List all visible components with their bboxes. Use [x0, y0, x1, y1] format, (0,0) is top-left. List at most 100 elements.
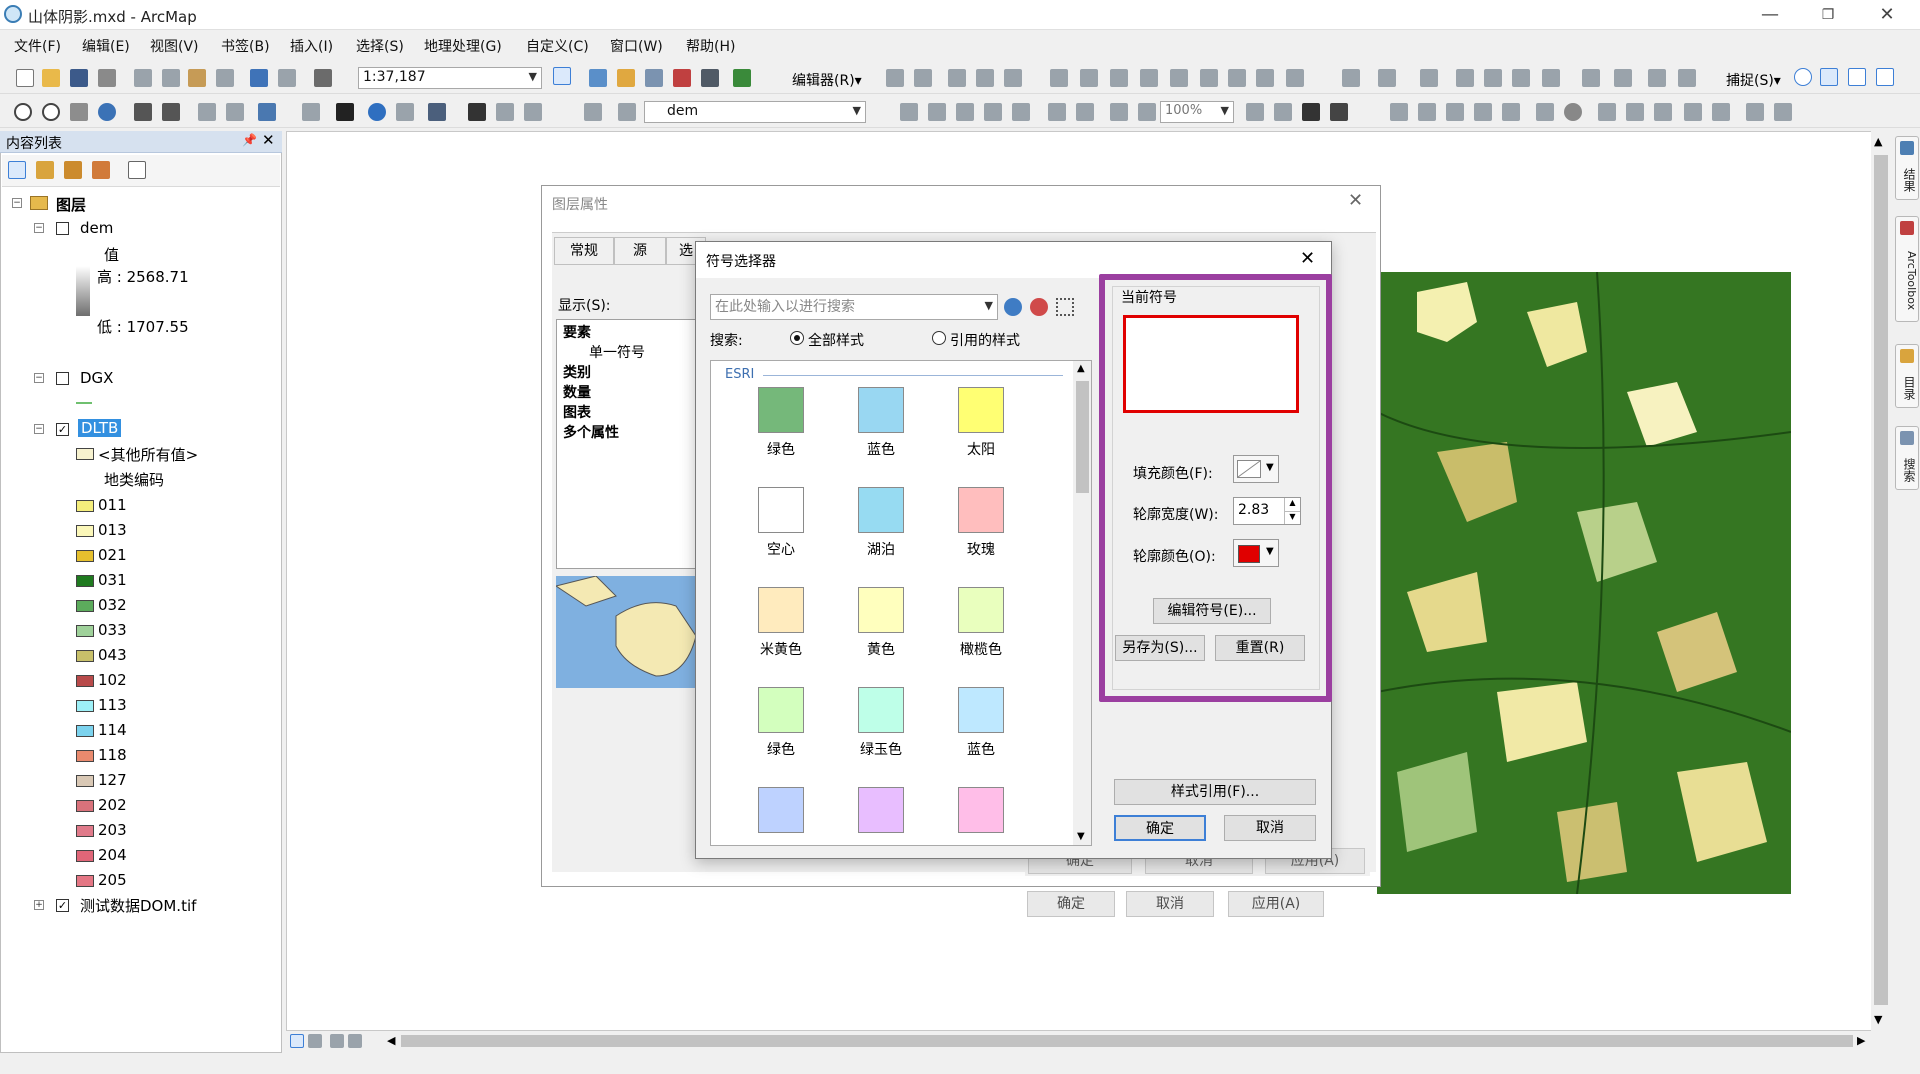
- validate-icon[interactable]: [1542, 69, 1560, 87]
- dltb-class-swatch[interactable]: [76, 550, 94, 562]
- layer-dom-name[interactable]: 测试数据DOM.tif: [80, 895, 196, 916]
- results-tab[interactable]: 结果: [1895, 136, 1919, 200]
- reset-button[interactable]: 重置(R): [1215, 635, 1305, 661]
- spatial-adjust-icon[interactable]: [1512, 69, 1530, 87]
- table-of-contents-icon[interactable]: [589, 69, 607, 87]
- layer-dltb-name[interactable]: DLTB: [78, 419, 122, 437]
- bring-to-front-icon[interactable]: [1012, 103, 1030, 121]
- show-charts[interactable]: 图表: [563, 402, 591, 422]
- page-zoom-icon[interactable]: [1138, 103, 1156, 121]
- outline-width-input[interactable]: 2.83 ▲ ▼: [1233, 497, 1301, 525]
- symbol-swatch-item[interactable]: 蓝色: [831, 385, 931, 481]
- save-icon[interactable]: [70, 69, 88, 87]
- delete-icon[interactable]: [216, 69, 234, 87]
- dltb-class-swatch[interactable]: [76, 825, 94, 837]
- symbol-swatch-item[interactable]: [831, 785, 931, 845]
- close-toc-icon[interactable]: ✕: [262, 131, 275, 149]
- network-icon[interactable]: [1626, 103, 1644, 121]
- dltb-visibility-checkbox[interactable]: ✓: [56, 423, 69, 436]
- clear-search-icon[interactable]: [1030, 298, 1048, 316]
- all-styles-radio[interactable]: [790, 331, 804, 345]
- layer-props-ok-button[interactable]: 确定: [1027, 891, 1115, 917]
- search-window-icon[interactable]: [645, 69, 663, 87]
- list-by-selection-icon[interactable]: [92, 161, 110, 179]
- parcel-icon[interactable]: [1598, 103, 1616, 121]
- dltb-class-swatch[interactable]: [76, 675, 94, 687]
- options-icon[interactable]: [128, 161, 146, 179]
- gallery-scroll-up-icon[interactable]: ▲: [1077, 363, 1085, 374]
- error-inspector-icon[interactable]: [1614, 69, 1632, 87]
- add-data-icon[interactable]: [314, 69, 332, 87]
- search-tab[interactable]: 搜索: [1895, 426, 1919, 490]
- layer-dem-name[interactable]: dem: [80, 219, 113, 237]
- restore-button[interactable]: ❐: [1805, 2, 1851, 28]
- end-point-arc-icon[interactable]: [976, 69, 994, 87]
- measure-icon[interactable]: [428, 103, 446, 121]
- map-scale-dropdown[interactable]: 1:37,187 ▼: [358, 67, 542, 89]
- minimize-button[interactable]: —: [1747, 2, 1793, 28]
- pause-drawing-icon[interactable]: [348, 1034, 362, 1048]
- fixed-zoom-out-icon[interactable]: [162, 103, 180, 121]
- vertical-scrollbar[interactable]: ▲ ▼: [1871, 131, 1891, 1031]
- table-icon[interactable]: [1712, 103, 1730, 121]
- identify-icon[interactable]: [368, 103, 386, 121]
- dltb-class-swatch[interactable]: [76, 800, 94, 812]
- sketch-properties-icon[interactable]: [1256, 69, 1274, 87]
- fill-color-picker[interactable]: ▼: [1233, 455, 1279, 483]
- refresh-icon[interactable]: [330, 1034, 344, 1048]
- georeferencing-icon[interactable]: [1378, 69, 1396, 87]
- select-features-icon[interactable]: [258, 103, 276, 121]
- rotate-icon[interactable]: [1200, 69, 1218, 87]
- pin-icon[interactable]: 📌: [242, 133, 257, 147]
- gallery-scroll-thumb[interactable]: [1076, 381, 1089, 493]
- edit-annotation-icon[interactable]: [914, 69, 932, 87]
- clear-selection-icon[interactable]: [302, 103, 320, 121]
- point-icon[interactable]: [1050, 69, 1068, 87]
- cogo-icon[interactable]: [1648, 69, 1666, 87]
- vertex-snap-icon[interactable]: [1848, 68, 1866, 86]
- attributes-icon[interactable]: [1228, 69, 1246, 87]
- gallery-scrollbar[interactable]: ▲ ▼: [1073, 361, 1091, 845]
- layer-props-cancel-button[interactable]: 取消: [1126, 891, 1214, 917]
- arctoolbox-icon[interactable]: [673, 69, 691, 87]
- move-icon[interactable]: [1502, 103, 1520, 121]
- python-window-icon[interactable]: [701, 69, 719, 87]
- html-popup-icon[interactable]: [396, 103, 414, 121]
- toggle-draft-mode-icon[interactable]: [1246, 103, 1264, 121]
- raster-icon[interactable]: [1684, 103, 1702, 121]
- ungroup-icon[interactable]: [984, 103, 1002, 121]
- traverse-icon[interactable]: [1678, 69, 1696, 87]
- focus-data-frame-icon[interactable]: [1274, 103, 1292, 121]
- catalog-icon[interactable]: [617, 69, 635, 87]
- reshape-icon[interactable]: [1110, 69, 1128, 87]
- layout-view-icon[interactable]: [308, 1034, 322, 1048]
- fit-icon[interactable]: [1418, 103, 1436, 121]
- time-slider-icon[interactable]: [584, 103, 602, 121]
- symbol-swatch-item[interactable]: 绿玉色: [831, 685, 931, 781]
- pan-icon[interactable]: [70, 103, 88, 121]
- full-extent-icon[interactable]: [98, 103, 116, 121]
- dltb-class-swatch[interactable]: [76, 600, 94, 612]
- zoom-whole-page-icon[interactable]: [1110, 103, 1128, 121]
- show-quantities[interactable]: 数量: [563, 382, 591, 402]
- scroll-down-icon[interactable]: ▼: [1874, 1013, 1882, 1026]
- dltb-class-swatch[interactable]: [76, 875, 94, 887]
- go-to-xy-icon[interactable]: [524, 103, 542, 121]
- symbol-search-input[interactable]: 在此处输入以进行搜索 ▼: [710, 294, 998, 320]
- collapse-dgx-toggle[interactable]: −: [34, 373, 44, 383]
- layer-dropdown[interactable]: dem ▼: [644, 101, 866, 123]
- globe-icon[interactable]: [1564, 103, 1582, 121]
- end-snap-icon[interactable]: [1820, 68, 1838, 86]
- zoom-out-icon[interactable]: [42, 103, 60, 121]
- edge-snap-icon[interactable]: [1876, 68, 1894, 86]
- send-to-back-icon[interactable]: [1048, 103, 1066, 121]
- menu-edit[interactable]: 编辑(E): [82, 36, 130, 56]
- time-icon[interactable]: [1774, 103, 1792, 121]
- collapse-layers-toggle[interactable]: −: [12, 198, 22, 208]
- fixed-zoom-in-icon[interactable]: [134, 103, 152, 121]
- horizontal-scroll-thumb[interactable]: [401, 1035, 1853, 1047]
- style-references-button[interactable]: 样式引用(F)...: [1114, 779, 1316, 805]
- symbol-swatch-item[interactable]: 玫瑰: [931, 485, 1031, 581]
- edit-tool-icon[interactable]: [886, 69, 904, 87]
- width-spin-up-icon[interactable]: ▲: [1284, 498, 1300, 511]
